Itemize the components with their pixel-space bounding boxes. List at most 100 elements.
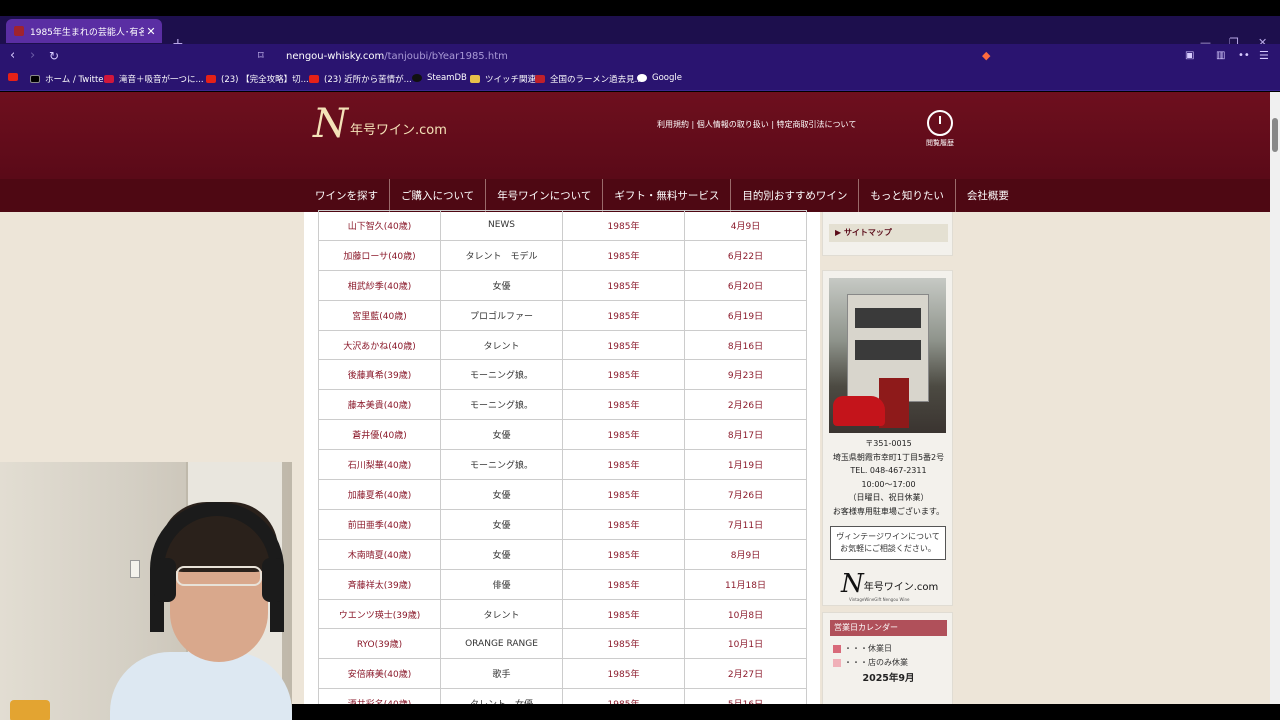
bookmark-google[interactable]: Google (637, 73, 682, 83)
nav-item-recommend[interactable]: 目的別おすすめワイン (731, 179, 860, 212)
nav-item-more[interactable]: もっと知りたい (859, 179, 956, 212)
cell-job: ORANGE RANGE (440, 628, 563, 660)
table-row: 後藤真希(39歳) モーニング娘。 1985年 9月23日 (318, 359, 807, 391)
bookmark-3[interactable]: (23) 【完全攻略】切... (206, 73, 309, 85)
bookmark-icon[interactable]: ⌑ (258, 48, 264, 64)
cell-name[interactable]: 斉藤祥太(39歳) (318, 568, 441, 600)
shop-address: 〒351-0015 埼玉県朝霞市幸町1丁目5番2号 TEL. 048-467-2… (832, 439, 945, 516)
legend-store-closed: ・・・店のみ休業 (833, 657, 908, 668)
cell-name[interactable]: 加藤夏希(40歳) (318, 479, 441, 510)
sidebar-toggle-icon[interactable]: ▥ (1216, 48, 1225, 64)
tab-close-icon[interactable]: ✕ (144, 25, 158, 38)
back-icon[interactable]: ‹ (10, 48, 15, 64)
cell-job: 女優 (440, 479, 563, 510)
nav-item-about-vintage[interactable]: 年号ワインについて (486, 179, 604, 212)
header-links[interactable]: 利用規約 | 個人情報の取り扱い | 特定商取引法について (657, 119, 856, 130)
cell-name[interactable]: 石川梨華(40歳) (318, 449, 441, 481)
history-button[interactable]: 閲覧履歴 (922, 110, 958, 148)
cell-job: モーニング娘。 (440, 449, 563, 481)
table-row: ウエンツ瑛士(39歳) タレント 1985年 10月8日 (318, 598, 807, 630)
cell-date: 8月16日 (684, 329, 807, 361)
cell-year: 1985年 (562, 598, 685, 630)
nav-item-gift[interactable]: ギフト・無料サービス (603, 179, 732, 212)
nav-item-search-wine[interactable]: ワインを探す (304, 179, 390, 212)
cell-name[interactable]: 相武紗季(40歳) (318, 269, 441, 301)
cell-name[interactable]: 加藤ローサ(40歳) (318, 239, 441, 271)
sitemap-box: ▶ サイトマップ (822, 212, 953, 256)
cell-name[interactable]: 木南晴夏(40歳) (318, 538, 441, 570)
nav-item-company[interactable]: 会社概要 (956, 179, 1020, 212)
calendar-title: 営業日カレンダー (830, 620, 947, 636)
table-row: 安倍麻美(40歳) 歌手 1985年 2月27日 (318, 658, 807, 690)
bookmark-twitter[interactable]: ホーム / Twitter (30, 73, 107, 85)
mug (10, 700, 50, 720)
cell-date: 10月1日 (684, 628, 807, 660)
cell-job: 女優 (440, 269, 563, 301)
cell-name[interactable]: ウエンツ瑛士(39歳) (318, 598, 441, 630)
cell-year: 1985年 (562, 568, 685, 600)
nav-item-purchase[interactable]: ご購入について (390, 179, 487, 212)
page-scrollbar[interactable] (1270, 92, 1280, 704)
cell-date: 6月20日 (684, 269, 807, 301)
browser-tab-active[interactable]: 1985年生まれの芸能人･有名人の誕生日 ✕ (6, 19, 162, 43)
cell-name[interactable]: 大沢あかね(40歳) (318, 329, 441, 361)
clock-icon (927, 110, 953, 136)
bookmark-youtube-icon[interactable] (8, 73, 23, 81)
site-logo[interactable]: N 年号ワイン.com (313, 104, 447, 144)
cell-date: 2月27日 (684, 658, 807, 690)
url-path: /tanjoubi/bYear1985.htm (384, 51, 508, 62)
cell-job: モーニング娘。 (440, 359, 563, 391)
cell-name[interactable]: 藤本美貴(40歳) (318, 389, 441, 421)
cell-name[interactable]: 蒼井優(40歳) (318, 419, 441, 451)
bookmark-ramen[interactable]: 全国のラーメン過去見... (535, 73, 643, 85)
cell-name[interactable]: 前田亜季(40歳) (318, 508, 441, 540)
address-bar[interactable]: nengou-whisky.com/tanjoubi/bYear1985.htm (286, 46, 1026, 67)
shop-logo[interactable]: N 年号ワイン.com VintageWineGift Nengou Wine (841, 571, 938, 602)
bookmark-2[interactable]: 滝音＋吸音が一つに... (104, 73, 204, 85)
table-row: 相武紗季(40歳) 女優 1985年 6月20日 (318, 269, 807, 301)
bookmark-4[interactable]: (23) 近所から苦情が... (309, 73, 412, 85)
forward-icon[interactable]: › (30, 48, 35, 64)
sitemap-link[interactable]: ▶ サイトマップ (829, 224, 948, 242)
table-row: 斉藤祥太(39歳) 俳優 1985年 11月18日 (318, 568, 807, 600)
cell-year: 1985年 (562, 508, 685, 540)
site-icon (104, 75, 114, 83)
wallet-icon[interactable]: ▣ (1185, 48, 1194, 64)
table-row: 宮里藍(40歳) プロゴルファー 1985年 6月19日 (318, 299, 807, 331)
tab-title: 1985年生まれの芸能人･有名人の誕生日 (30, 27, 144, 38)
steamdb-icon (412, 74, 422, 82)
cell-year: 1985年 (562, 658, 685, 690)
table-row: 前田亜季(40歳) 女優 1985年 7月11日 (318, 508, 807, 540)
brave-shield-icon[interactable]: ◆ (982, 48, 990, 64)
reload-icon[interactable]: ↻ (49, 48, 59, 64)
cell-name[interactable]: 後藤真希(39歳) (318, 359, 441, 391)
table-row: 蒼井優(40歳) 女優 1985年 8月17日 (318, 419, 807, 451)
cell-name[interactable]: 安倍麻美(40歳) (318, 658, 441, 690)
cell-name[interactable]: 宮里藍(40歳) (318, 299, 441, 331)
cell-year: 1985年 (562, 210, 685, 241)
table-row: 酒井彩名(40歳)タレント 女優1985年5月16日 (318, 688, 807, 704)
cell-date: 9月23日 (684, 359, 807, 391)
bookmark-folder-twitch[interactable]: ツイッチ関連 (470, 73, 536, 85)
cell-job: 女優 (440, 508, 563, 540)
cell-date: 6月19日 (684, 299, 807, 331)
cell-date: 5月16日 (684, 688, 807, 704)
youtube-icon (206, 75, 216, 83)
cell-date: 10月8日 (684, 598, 807, 630)
cell-date: 8月9日 (684, 538, 807, 570)
bookmark-steamdb[interactable]: SteamDB (412, 73, 467, 83)
cell-date: 8月17日 (684, 419, 807, 451)
menu-icon[interactable]: ☰ (1259, 48, 1269, 64)
site-icon (535, 75, 545, 83)
extensions-icon[interactable]: •• (1238, 48, 1250, 64)
cell-name[interactable]: 山下智久(40歳) (318, 210, 441, 241)
scroll-thumb[interactable] (1272, 118, 1278, 152)
cell-name[interactable]: RYO(39歳) (318, 628, 441, 660)
consult-button[interactable]: ヴィンテージワインについて お気軽にご相談ください。 (830, 526, 946, 560)
cell-name[interactable]: 酒井彩名(40歳) (318, 688, 441, 704)
site-favicon-icon (14, 26, 24, 36)
global-nav: ワインを探す ご購入について 年号ワインについて ギフト・無料サービス 目的別お… (0, 179, 1270, 212)
cell-year: 1985年 (562, 538, 685, 570)
cell-date: 7月11日 (684, 508, 807, 540)
bookmarks-bar: ホーム / Twitter 滝音＋吸音が一つに... (23) 【完全攻略】切.… (0, 69, 1280, 91)
